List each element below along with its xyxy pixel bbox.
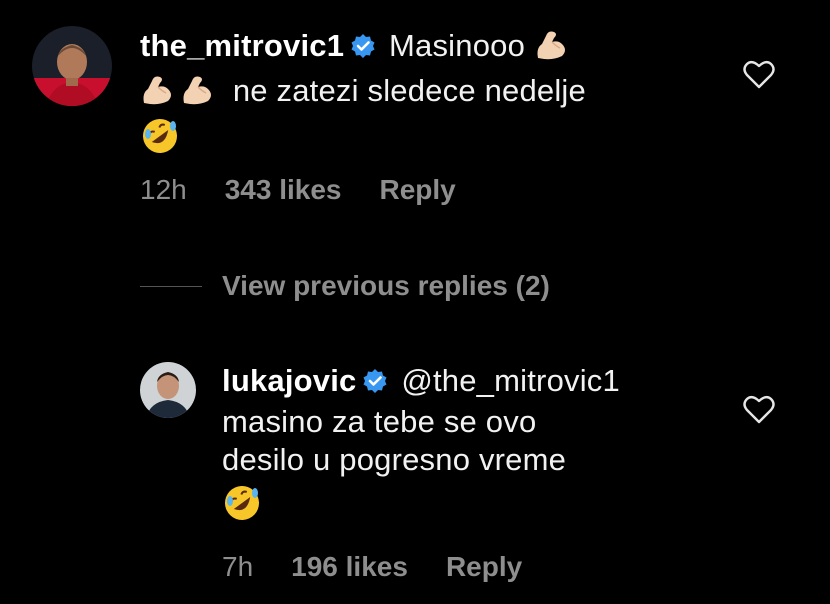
comment-username[interactable]: the_mitrovic1 (140, 28, 344, 63)
avatar-the-mitrovic1[interactable] (32, 26, 112, 106)
comment-time: 12h (140, 174, 187, 205)
reply-mention-link[interactable]: @the_mitrovic1 (401, 363, 620, 398)
comment-likes[interactable]: 343 likes (225, 174, 342, 205)
reply-text-line2: masino za tebe se ovo (222, 404, 537, 439)
like-heart-icon[interactable] (743, 395, 775, 430)
comment-text-part1: Masinooo (389, 28, 526, 63)
rolling-on-floor-laughing-emoji (222, 483, 262, 532)
verified-badge-icon (362, 365, 388, 403)
reply-reply-button[interactable]: Reply (446, 551, 522, 582)
reply-likes[interactable]: 196 likes (291, 551, 408, 582)
rolling-on-floor-laughing-emoji (140, 116, 180, 165)
reply-meta: 7h 196 likes Reply (222, 551, 560, 583)
flexed-biceps-emoji (180, 71, 216, 116)
verified-badge-icon (350, 30, 376, 68)
comment-meta: 12h 343 likes Reply (140, 174, 494, 206)
reply-time: 7h (222, 551, 254, 582)
comment-reply-button[interactable]: Reply (380, 174, 456, 205)
reply-username[interactable]: lukajovic (222, 363, 356, 398)
flexed-biceps-emoji (534, 26, 570, 71)
reply-body: lukajovic @the_mitrovic1 masino za tebe … (222, 362, 722, 532)
replies-divider (140, 286, 202, 287)
flexed-biceps-emoji (140, 71, 176, 116)
like-heart-icon[interactable] (743, 60, 775, 95)
reply-text-line3: desilo u pogresno vreme (222, 442, 567, 477)
avatar-lukajovic[interactable] (140, 362, 196, 418)
comment-body: the_mitrovic1 Masinooo ne zatezi sledece… (140, 26, 700, 165)
comment-text-part2: ne zatezi sledece nedelje (232, 73, 586, 108)
view-previous-replies-button[interactable]: View previous replies (2) (222, 270, 550, 302)
